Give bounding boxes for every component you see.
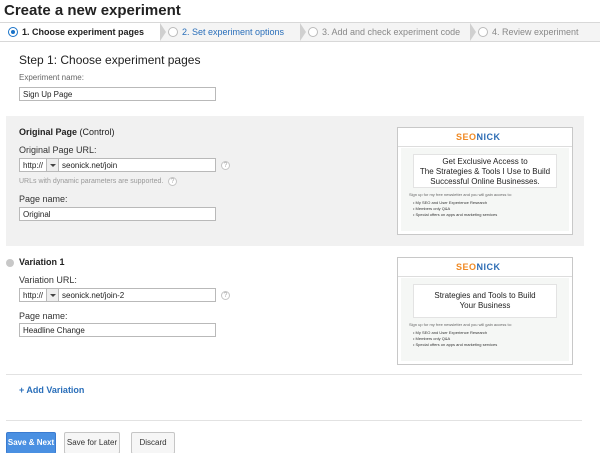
original-url-input[interactable]: seonick.net/join (59, 158, 216, 172)
help-icon[interactable]: ? (221, 161, 230, 170)
help-icon[interactable]: ? (221, 291, 230, 300)
dynamic-params-hint: URLs with dynamic parameters are support… (19, 178, 164, 185)
preview-bullets: • My SEO and User Experience Research • … (413, 330, 498, 347)
save-next-button[interactable]: Save & Next (6, 432, 56, 453)
wizard-step-label: 3. Add and check experiment code (322, 27, 461, 37)
original-page-title: Original Page (Control) (19, 127, 115, 137)
experiment-name-label: Experiment name: (19, 73, 84, 82)
variation-title: Variation 1 (19, 257, 65, 267)
original-page-name-label: Page name: (19, 194, 68, 204)
control-label: (Control) (79, 127, 115, 137)
preview-small-text: Sign up for my free newsletter and you w… (409, 192, 512, 197)
step-radio-icon (8, 27, 18, 37)
preview-bullets: • My SEO and User Experience Research • … (413, 200, 498, 217)
preview-headline: Get Exclusive Access to The Strategies &… (413, 154, 557, 188)
original-page-name-input[interactable]: Original (19, 207, 216, 221)
variation-url-field: http:// seonick.net/join-2 (19, 288, 216, 302)
wizard-step-label: 1. Choose experiment pages (22, 27, 145, 37)
variation-page-name-label: Page name: (19, 311, 68, 321)
variation-url-input[interactable]: seonick.net/join-2 (59, 288, 216, 302)
discard-button[interactable]: Discard (131, 432, 175, 453)
variation-url-label: Variation URL: (19, 275, 77, 285)
seonick-logo: SEONICK (456, 262, 501, 272)
wizard-step-add-code[interactable]: 3. Add and check experiment code (300, 23, 476, 41)
dropdown-arrow-icon[interactable] (47, 288, 59, 302)
original-url-label: Original Page URL: (19, 145, 97, 155)
seonick-logo: SEONICK (456, 132, 501, 142)
wizard-step-label: 2. Set experiment options (182, 27, 285, 37)
preview-headline: Strategies and Tools to Build Your Busin… (413, 284, 557, 318)
experiment-name-input[interactable]: Sign Up Page (19, 87, 216, 101)
wizard-steps: 1. Choose experiment pages 2. Set experi… (0, 22, 600, 42)
divider (6, 420, 582, 421)
step-radio-icon (308, 27, 318, 37)
step-radio-icon (168, 27, 178, 37)
save-for-later-button[interactable]: Save for Later (64, 432, 120, 453)
help-icon[interactable]: ? (168, 177, 177, 186)
variation-page-name-input[interactable]: Headline Change (19, 323, 216, 337)
remove-variation-icon[interactable] (6, 259, 14, 267)
step-radio-icon (478, 27, 488, 37)
chevron-right-icon (300, 23, 306, 41)
wizard-step-choose-pages[interactable]: 1. Choose experiment pages (0, 23, 166, 41)
wizard-step-review[interactable]: 4. Review experiment (470, 23, 600, 41)
original-url-field: http:// seonick.net/join (19, 158, 216, 172)
page-title: Create a new experiment (4, 2, 181, 19)
add-variation-link[interactable]: + Add Variation (19, 385, 84, 395)
chevron-right-icon (470, 23, 476, 41)
protocol-select[interactable]: http:// (19, 288, 47, 302)
step-heading: Step 1: Choose experiment pages (19, 53, 201, 67)
wizard-step-set-options[interactable]: 2. Set experiment options (160, 23, 306, 41)
chevron-right-icon (160, 23, 166, 41)
original-page-preview: SEONICK Get Exclusive Access to The Stra… (397, 127, 573, 235)
divider (6, 374, 582, 375)
wizard-step-label: 4. Review experiment (492, 27, 579, 37)
dropdown-arrow-icon[interactable] (47, 158, 59, 172)
protocol-select[interactable]: http:// (19, 158, 47, 172)
preview-small-text: Sign up for my free newsletter and you w… (409, 322, 512, 327)
variation-page-preview: SEONICK Strategies and Tools to Build Yo… (397, 257, 573, 365)
